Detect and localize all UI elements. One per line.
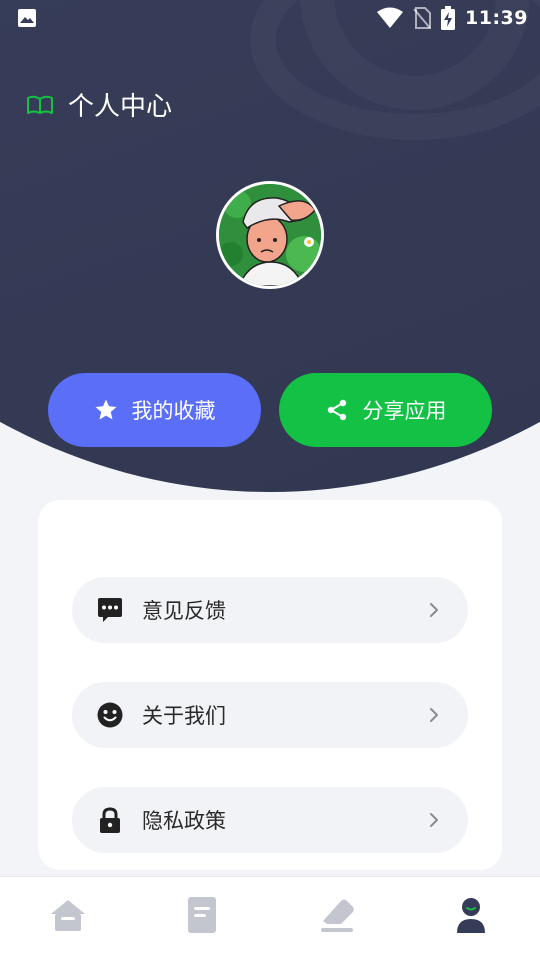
star-icon xyxy=(95,399,116,420)
wifi-icon xyxy=(377,7,404,28)
menu-item-feedback[interactable]: 意见反馈 xyxy=(72,577,468,643)
lock-icon xyxy=(100,807,120,833)
share-app-label: 分享应用 xyxy=(362,399,447,423)
smile-icon xyxy=(97,702,123,728)
page-title: 个人中心 xyxy=(68,92,173,122)
status-bar: 11:39 xyxy=(0,0,540,36)
document-icon[interactable] xyxy=(182,895,222,935)
battery-charging-icon xyxy=(441,6,456,30)
avatar[interactable] xyxy=(216,181,324,289)
favorites-button[interactable]: 我的收藏 xyxy=(48,373,261,447)
menu-item-about[interactable]: 关于我们 xyxy=(72,682,468,748)
bottom-tab-bar xyxy=(0,876,540,960)
menu-item-label: 意见反馈 xyxy=(142,599,226,623)
chevron-right-icon xyxy=(430,813,438,827)
profile-icon[interactable] xyxy=(451,895,491,935)
eraser-icon[interactable] xyxy=(317,895,357,935)
home-icon[interactable] xyxy=(48,895,88,935)
book-icon xyxy=(27,95,53,114)
menu-item-privacy[interactable]: 隐私政策 xyxy=(72,787,468,853)
image-icon xyxy=(18,9,36,27)
favorites-label: 我的收藏 xyxy=(131,399,216,423)
menu-item-label: 关于我们 xyxy=(142,704,226,728)
chevron-right-icon xyxy=(430,708,438,722)
page-header: 个人中心 xyxy=(26,86,172,123)
share-app-button[interactable]: 分享应用 xyxy=(279,373,492,447)
chevron-right-icon xyxy=(430,603,438,617)
share-icon xyxy=(327,399,346,421)
no-sim-icon xyxy=(413,7,432,29)
menu-item-label: 隐私政策 xyxy=(142,809,226,833)
message-icon xyxy=(98,598,122,622)
status-time: 11:39 xyxy=(465,7,528,29)
